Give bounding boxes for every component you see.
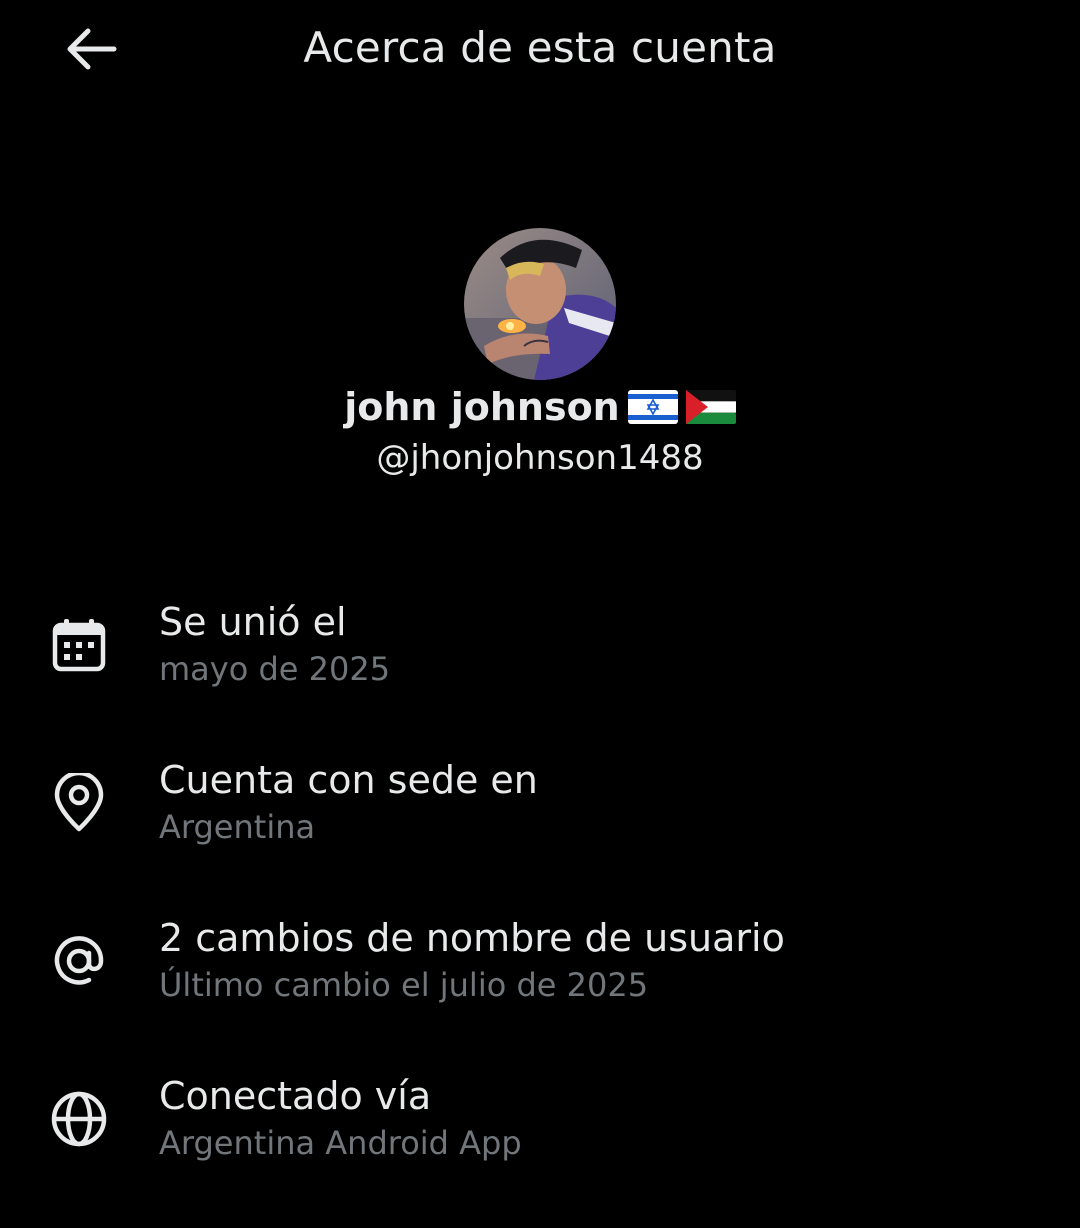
page-title: Acerca de esta cuenta (303, 23, 777, 72)
palestine-flag-icon (685, 390, 736, 424)
info-item-location: Cuenta con sede en Argentina (0, 754, 1080, 912)
globe-icon (48, 1088, 110, 1150)
joined-label: Se unió el (159, 600, 347, 644)
at-sign-icon (48, 930, 110, 992)
avatar[interactable] (464, 228, 616, 380)
handle: @jhonjohnson1488 (376, 438, 704, 478)
joined-value: mayo de 2025 (159, 650, 391, 688)
calendar-icon (48, 614, 110, 676)
account-info-list: Se unió el mayo de 2025 Cuenta con sede … (0, 596, 1080, 1228)
connected-label: Conectado vía (159, 1074, 432, 1118)
display-name: john johnson (344, 385, 620, 429)
profile-summary: john johnson @jhonjohnson1488 (0, 228, 1080, 480)
location-label: Cuenta con sede en (159, 758, 538, 802)
location-pin-icon (48, 772, 110, 834)
location-value: Argentina (159, 808, 316, 846)
username-changes-label: 2 cambios de nombre de usuario (159, 916, 785, 960)
info-item-connected: Conectado vía Argentina Android App (0, 1070, 1080, 1228)
info-item-joined: Se unió el mayo de 2025 (0, 596, 1080, 754)
connected-value: Argentina Android App (159, 1124, 522, 1162)
info-item-username-changes: 2 cambios de nombre de usuario Último ca… (0, 912, 1080, 1070)
israel-flag-icon (627, 390, 678, 424)
display-name-row: john johnson (0, 382, 1080, 432)
top-bar: Acerca de esta cuenta (0, 0, 1080, 100)
username-changes-value: Último cambio el julio de 2025 (159, 966, 649, 1004)
